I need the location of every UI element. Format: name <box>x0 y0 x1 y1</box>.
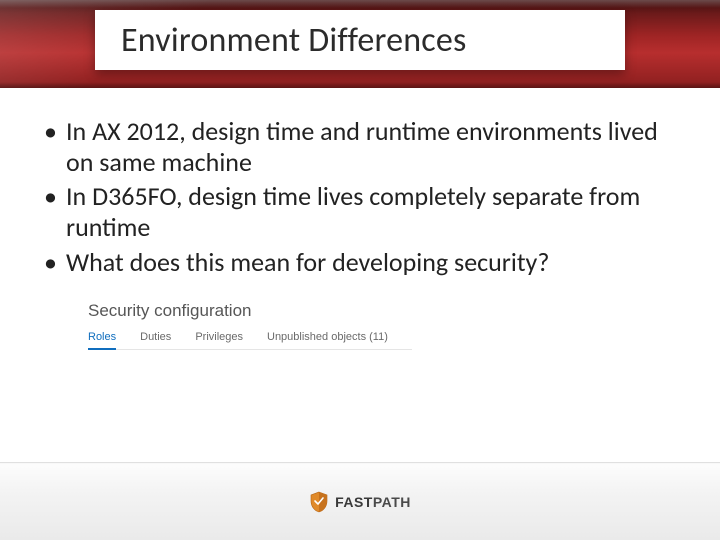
footer-band: FASTPATH <box>0 462 720 540</box>
security-config-panel: Security configuration Roles Duties Priv… <box>80 295 420 354</box>
header-band: Environment Differences <box>0 0 720 88</box>
brand-logo: FASTPATH <box>309 491 411 513</box>
tab-duties[interactable]: Duties <box>140 331 171 349</box>
bullet-item: What does this mean for developing secur… <box>38 247 682 278</box>
bullet-item: In AX 2012, design time and runtime envi… <box>38 116 682 177</box>
content-area: In AX 2012, design time and runtime envi… <box>0 88 720 354</box>
tab-roles[interactable]: Roles <box>88 331 116 349</box>
title-plate: Environment Differences <box>95 10 625 70</box>
tab-unpublished-objects[interactable]: Unpublished objects (11) <box>267 331 388 349</box>
tab-privileges[interactable]: Privileges <box>195 331 243 349</box>
shield-icon <box>309 491 329 513</box>
bullet-item: In D365FO, design time lives completely … <box>38 181 682 242</box>
brand-text: FASTPATH <box>335 494 411 510</box>
bullet-list: In AX 2012, design time and runtime envi… <box>38 116 682 277</box>
slide-title: Environment Differences <box>121 20 466 61</box>
security-config-heading: Security configuration <box>88 301 412 321</box>
security-config-tabs: Roles Duties Privileges Unpublished obje… <box>88 331 412 350</box>
